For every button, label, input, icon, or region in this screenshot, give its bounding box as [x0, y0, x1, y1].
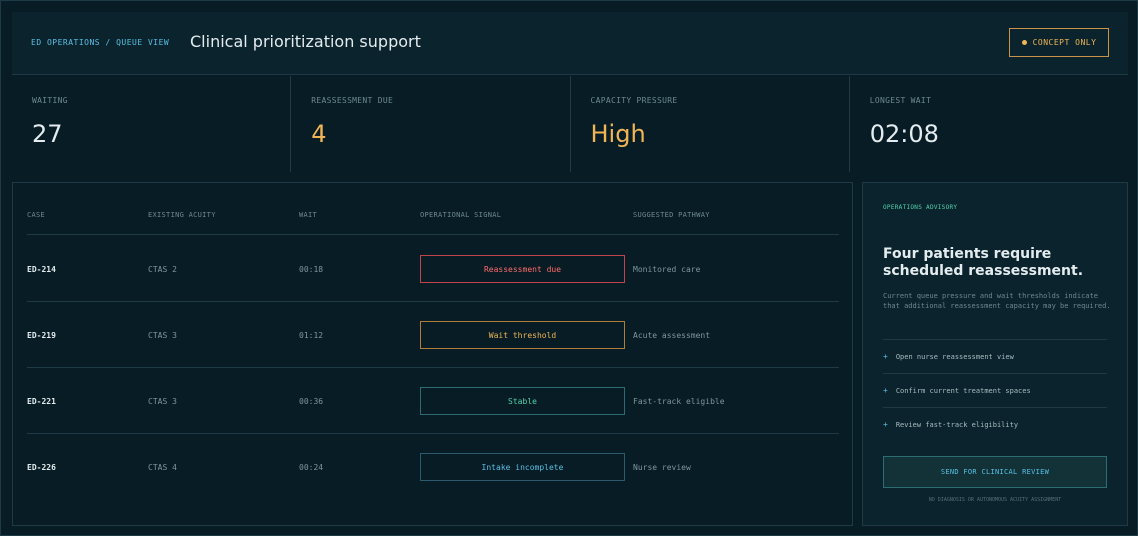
pathway: Acute assessment: [633, 331, 711, 340]
plus-icon: +: [883, 352, 888, 361]
advisory-headline: Four patients require scheduled reassess…: [883, 246, 1084, 279]
wait-time: 01:12: [299, 331, 324, 340]
action-label: Open nurse reassessment view: [895, 352, 1014, 361]
page-title: Clinical prioritization support: [190, 32, 421, 51]
wait-time: 00:36: [299, 397, 324, 406]
action-label: Confirm current treatment spaces: [895, 386, 1031, 395]
wait-time: 00:24: [299, 463, 324, 472]
case-id: ED-219: [27, 331, 56, 340]
status-dot-icon: [1021, 40, 1027, 45]
table-row[interactable]: ED-214 CTAS 2 00:18 Reassessment due Mon…: [27, 236, 839, 302]
action-label: Review fast-track eligibility: [895, 420, 1019, 429]
column-header-wait: WAIT: [299, 211, 318, 219]
signal-badge: Reassessment due: [420, 255, 625, 283]
advisory-label: OPERATIONS ADVISORY: [883, 204, 958, 211]
pathway: Monitored care: [633, 265, 701, 274]
stat-value: 4: [311, 120, 327, 148]
stat-longest-wait: LONGEST WAIT 02:08: [849, 76, 1128, 172]
signal-badge: Wait threshold: [420, 321, 625, 349]
plus-icon: +: [883, 420, 888, 429]
stat-value: 02:08: [869, 120, 939, 148]
concept-badge-label: CONCEPT ONLY: [1032, 38, 1097, 47]
stat-label: WAITING: [32, 96, 68, 105]
signal-badge: Intake incomplete: [420, 453, 625, 481]
stat-label: CAPACITY PRESSURE: [590, 96, 678, 105]
breadcrumb[interactable]: ED OPERATIONS / QUEUE VIEW: [31, 38, 169, 47]
acuity: CTAS 3: [148, 331, 177, 340]
action-item-confirm-spaces[interactable]: + Confirm current treatment spaces: [883, 373, 1107, 407]
disclaimer: NO DIAGNOSIS OR AUTONOMOUS ACUITY ASSIGN…: [928, 497, 1062, 503]
stat-capacity-pressure: CAPACITY PRESSURE High: [570, 76, 850, 172]
stat-reassessment-due: REASSESSMENT DUE 4: [291, 76, 571, 172]
acuity: CTAS 3: [148, 397, 177, 406]
stat-waiting: WAITING 27: [12, 76, 292, 172]
concept-badge: CONCEPT ONLY: [1009, 28, 1109, 57]
action-item-review-fast-track[interactable]: + Review fast-track eligibility: [883, 407, 1107, 441]
column-header-pathway: SUGGESTED PATHWAY: [633, 211, 710, 219]
acuity: CTAS 2: [148, 265, 177, 274]
column-header-signal: OPERATIONAL SIGNAL: [420, 211, 502, 219]
stat-label: REASSESSMENT DUE: [311, 96, 394, 105]
acuity: CTAS 4: [148, 463, 177, 472]
queue-table: CASE EXISTING ACUITY WAIT OPERATIONAL SI…: [12, 182, 853, 526]
stats-row: WAITING 27 REASSESSMENT DUE 4 CAPACITY P…: [12, 76, 1128, 172]
case-id: ED-214: [27, 265, 56, 274]
header: ED OPERATIONS / QUEUE VIEW Clinical prio…: [12, 12, 1128, 75]
column-header-case: CASE: [27, 211, 46, 219]
stat-value: High: [590, 120, 646, 148]
pathway: Nurse review: [633, 463, 691, 472]
case-id: ED-226: [27, 463, 56, 472]
pathway: Fast-track eligible: [633, 397, 725, 406]
action-item-open-reassessment[interactable]: + Open nurse reassessment view: [883, 339, 1107, 373]
stat-value: 27: [32, 120, 63, 148]
advisory-body: Current queue pressure and wait threshol…: [883, 292, 1111, 310]
app-frame: ED OPERATIONS / QUEUE VIEW Clinical prio…: [0, 0, 1138, 536]
table-header: CASE EXISTING ACUITY WAIT OPERATIONAL SI…: [27, 211, 839, 235]
case-id: ED-221: [27, 397, 56, 406]
column-header-acuity: EXISTING ACUITY: [148, 211, 216, 219]
wait-time: 00:18: [299, 265, 324, 274]
send-for-clinical-review-button[interactable]: SEND FOR CLINICAL REVIEW: [883, 456, 1107, 488]
operations-advisory-panel: OPERATIONS ADVISORY Four patients requir…: [862, 182, 1128, 526]
stat-label: LONGEST WAIT: [869, 96, 932, 105]
action-list: + Open nurse reassessment view + Confirm…: [883, 339, 1107, 441]
plus-icon: +: [883, 386, 888, 395]
signal-badge: Stable: [420, 387, 625, 415]
table-row[interactable]: ED-221 CTAS 3 00:36 Stable Fast-track el…: [27, 368, 839, 434]
table-row[interactable]: ED-226 CTAS 4 00:24 Intake incomplete Nu…: [27, 434, 839, 500]
table-row[interactable]: ED-219 CTAS 3 01:12 Wait threshold Acute…: [27, 302, 839, 368]
